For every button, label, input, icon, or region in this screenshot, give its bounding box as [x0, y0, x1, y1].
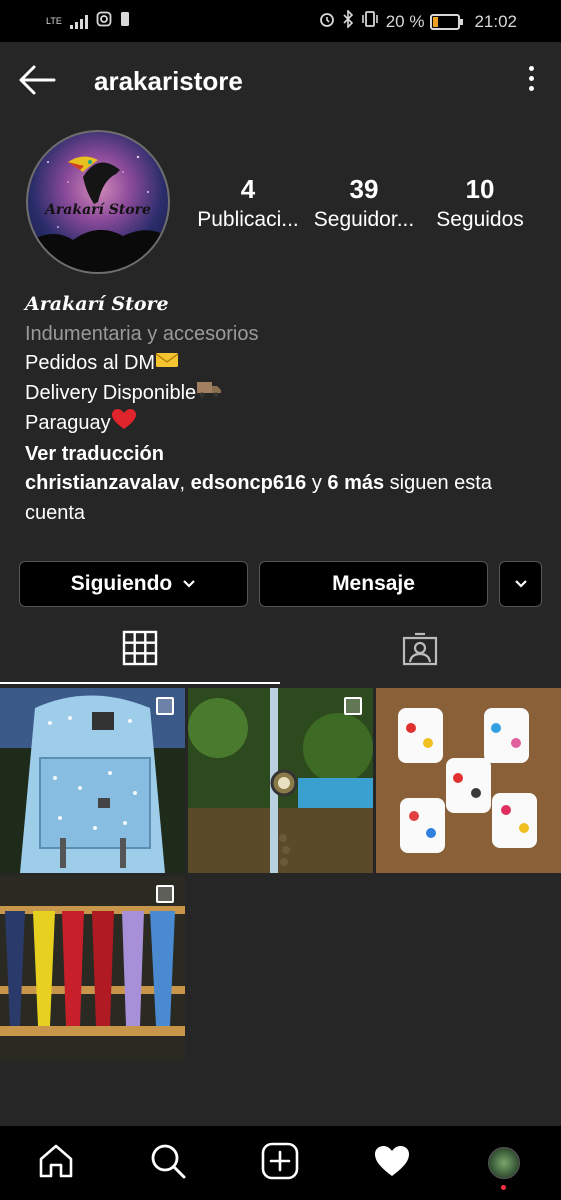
- alarm-icon: [318, 10, 336, 33]
- add-icon: [261, 1142, 299, 1185]
- nav-profile[interactable]: [448, 1126, 560, 1200]
- tab-tagged[interactable]: [280, 618, 560, 684]
- nav-create[interactable]: [224, 1126, 336, 1200]
- bottom-navigation: [0, 1126, 561, 1200]
- bio-line: Pedidos al DM: [25, 349, 535, 379]
- stat-followers[interactable]: 39 Seguidor...: [306, 172, 422, 234]
- signal-icon: [69, 14, 88, 29]
- bio-line: Delivery Disponible: [25, 379, 535, 409]
- bluetooth-icon: [342, 9, 354, 33]
- tagged-person-icon: [401, 630, 439, 673]
- battery-percent: 20 %: [385, 11, 425, 31]
- profile-username: arakaristore: [94, 66, 243, 96]
- delivery-truck-icon: [196, 379, 222, 409]
- profile-tabs: [0, 618, 561, 684]
- phone-notification-icon: [120, 11, 130, 32]
- followed-by[interactable]: christianzavalav, edsoncp616 y 6 más sig…: [25, 469, 535, 528]
- red-heart-icon: [111, 408, 137, 440]
- nav-search[interactable]: [112, 1126, 224, 1200]
- conjunction: y: [306, 472, 328, 495]
- profile-actions: Siguiendo Mensaje: [19, 561, 542, 607]
- separator: ,: [179, 472, 191, 495]
- stat-label: Publicaci...: [197, 208, 299, 231]
- multi-photo-icon: [156, 697, 176, 717]
- envelope-icon: [155, 349, 179, 379]
- notification-dot: [501, 1185, 506, 1190]
- suggested-accounts-button[interactable]: [499, 561, 542, 607]
- multi-photo-icon: [344, 697, 364, 717]
- profile-bio: Arakarí Store Indumentaria y accesorios …: [25, 290, 535, 528]
- post-thumbnail[interactable]: [188, 688, 373, 873]
- bio-category: Indumentaria y accesorios: [25, 322, 259, 345]
- post-thumbnail[interactable]: [376, 688, 561, 873]
- heart-icon: [373, 1144, 411, 1183]
- post-thumbnail[interactable]: [0, 688, 185, 873]
- network-type: LTE: [46, 16, 62, 26]
- chevron-down-icon: [182, 579, 196, 589]
- bio-line: Paraguay: [25, 408, 535, 440]
- bio-line-text: Paraguay: [25, 412, 111, 435]
- stat-value: 39: [349, 174, 379, 204]
- chevron-down-icon: [514, 579, 528, 589]
- following-button[interactable]: Siguiendo: [19, 561, 248, 607]
- vibrate-icon: [360, 10, 380, 33]
- profile-stats: 4 Publicaci... 39 Seguidor... 10 Seguido…: [190, 172, 540, 234]
- stat-value: 10: [465, 174, 495, 204]
- avatar-brand-text: Arakarí Store: [45, 202, 151, 218]
- grid-icon: [122, 630, 158, 671]
- nav-home[interactable]: [0, 1126, 112, 1200]
- more-options-icon[interactable]: [519, 66, 543, 96]
- follower-username: edsoncp616: [190, 472, 307, 495]
- stat-label: Seguidos: [436, 208, 524, 231]
- message-button[interactable]: Mensaje: [259, 561, 488, 607]
- more-followers-count: 6 más: [327, 472, 385, 495]
- following-label: Siguiendo: [70, 572, 173, 595]
- see-translation-link[interactable]: Ver traducción: [25, 440, 535, 470]
- message-label: Mensaje: [332, 572, 415, 595]
- multi-photo-icon: [156, 885, 176, 905]
- bio-line-text: Delivery Disponible: [25, 381, 197, 404]
- search-icon: [149, 1142, 187, 1185]
- home-icon: [37, 1143, 75, 1184]
- follower-username: christianzavalav: [25, 472, 180, 495]
- bio-display-name: Arakarí Store: [25, 293, 169, 315]
- stat-posts[interactable]: 4 Publicaci...: [190, 172, 306, 234]
- tab-grid[interactable]: [0, 618, 280, 684]
- post-thumbnail[interactable]: [0, 876, 185, 1061]
- bio-line-text: Pedidos al DM: [25, 352, 156, 375]
- stat-label: Seguidor...: [313, 208, 415, 231]
- profile-avatar: [488, 1147, 520, 1179]
- clock: 21:02: [474, 11, 517, 31]
- nav-activity[interactable]: [336, 1126, 448, 1200]
- profile-header: arakaristore: [0, 42, 561, 118]
- avatar[interactable]: Arakarí Store: [26, 130, 170, 274]
- stat-value: 4: [240, 174, 256, 204]
- back-arrow-icon[interactable]: [16, 62, 58, 98]
- stat-following[interactable]: 10 Seguidos: [422, 172, 538, 234]
- status-bar: LTE 20 % 21:02: [0, 0, 561, 42]
- instagram-notification-icon: [96, 11, 112, 32]
- battery-icon: [430, 13, 464, 30]
